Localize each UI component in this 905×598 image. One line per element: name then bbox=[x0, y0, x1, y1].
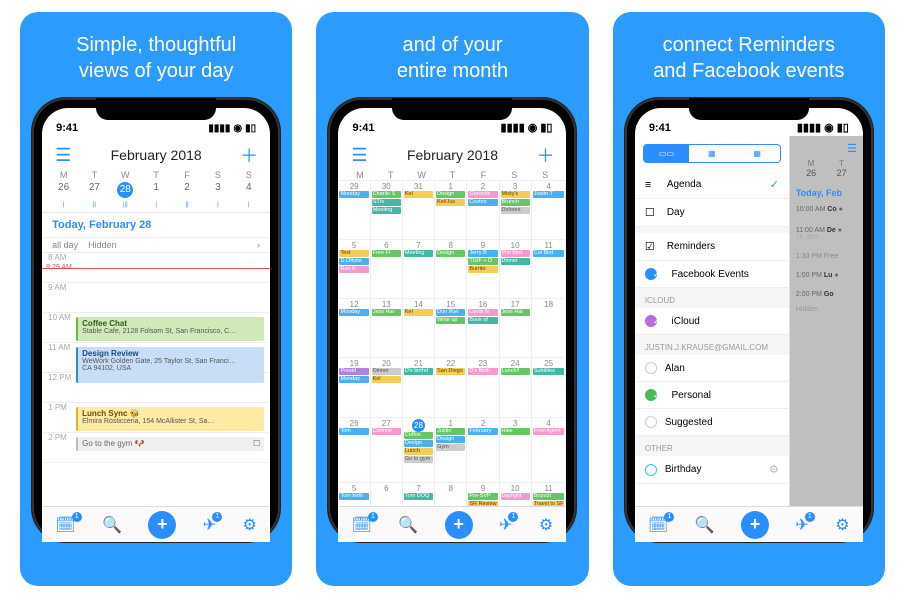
calendar-header: ☰ February 2018 ＋ bbox=[338, 136, 566, 170]
view-list-icon[interactable]: ☰ bbox=[350, 145, 368, 166]
battery-icon: ▮▯ bbox=[245, 123, 256, 134]
view-segmented-control[interactable]: ▭▭ ▦ ▦ bbox=[643, 144, 781, 163]
calendar-header: ☰ February 2018 ＋ bbox=[42, 136, 270, 170]
circle-icon bbox=[645, 416, 657, 428]
list-icon: ≡ bbox=[645, 179, 659, 191]
caption: and of yourentire month bbox=[389, 12, 516, 98]
segment-grid2-icon: ▦ bbox=[735, 145, 780, 162]
checkmark-icon: ✓ bbox=[770, 178, 779, 191]
fab-add-button[interactable]: + bbox=[445, 511, 473, 539]
gear-icon: ⚙︎ bbox=[769, 463, 779, 476]
today-heading: Today, February 28 bbox=[42, 213, 270, 237]
app-screenshot-panel-day: Simple, thoughtfulviews of your day 9:41… bbox=[20, 12, 292, 586]
add-event-button[interactable]: ＋ bbox=[240, 142, 258, 168]
today-marker: 28 bbox=[412, 419, 425, 432]
month-grid[interactable]: 29Monday 30Charlie SST/sMeeting 31Kel 1D… bbox=[338, 180, 566, 542]
event-design-review[interactable]: Design Review WeWork Golden Gate, 25 Tay… bbox=[76, 347, 264, 383]
fab-add-button[interactable]: + bbox=[148, 511, 176, 539]
section-icloud: ICLOUD bbox=[635, 288, 789, 308]
phone-notch bbox=[392, 98, 512, 120]
status-time: 9:41 bbox=[649, 122, 671, 134]
month-title[interactable]: February 2018 bbox=[407, 147, 498, 163]
signal-icon: ▮▮▮▮ bbox=[501, 121, 525, 134]
tab-search-icon[interactable]: 🔍 bbox=[102, 515, 122, 535]
weekday-row: MTWTFSS bbox=[338, 170, 566, 180]
event-coffee-chat[interactable]: Coffee Chat Stable Cafe, 2128 Folsom St,… bbox=[76, 317, 264, 341]
phone-frame: 9:41 ▮▮▮▮ ◉ ▮▯ ☰ February 2018 ＋ MTWTFSS… bbox=[32, 98, 280, 542]
circle-icon bbox=[645, 362, 657, 374]
tab-share-icon[interactable]: ✈︎1 bbox=[795, 515, 808, 535]
day-icon: ☐ bbox=[645, 206, 659, 219]
wifi-icon: ◉ bbox=[824, 121, 834, 134]
status-time: 9:41 bbox=[56, 122, 78, 134]
settings-drawer: ▭▭ ▦ ▦ ≡ Agenda ✓ ☐ Day ☑︎ bbox=[635, 136, 790, 542]
section-other: OTHER bbox=[635, 436, 789, 456]
day-activity-dots: ||||||||||| bbox=[42, 202, 270, 212]
phone-frame: 9:41 ▮▮▮▮ ◉ ▮▯ ☰ February 2018 ＋ MTWTFSS… bbox=[328, 98, 576, 542]
segment-agenda-icon: ▭▭ bbox=[644, 145, 689, 162]
drawer-overlay: ▭▭ ▦ ▦ ≡ Agenda ✓ ☐ Day ☑︎ bbox=[635, 136, 863, 542]
month-title[interactable]: February 2018 bbox=[111, 147, 202, 163]
caption: connect Remindersand Facebook events bbox=[645, 12, 852, 98]
drawer-item-icloud[interactable]: ✓ iCloud bbox=[635, 308, 789, 335]
tab-search-icon[interactable]: 🔍 bbox=[695, 515, 715, 535]
view-list-icon[interactable]: ☰ bbox=[54, 145, 72, 166]
wifi-icon: ◉ bbox=[233, 123, 242, 134]
wifi-icon: ◉ bbox=[528, 121, 538, 134]
tab-settings-icon[interactable]: ⚙︎ bbox=[539, 515, 553, 535]
now-indicator: 8:29 AM bbox=[46, 264, 72, 271]
add-event-button[interactable]: ＋ bbox=[536, 142, 554, 168]
drawer-item-reminders[interactable]: ☑︎ Reminders bbox=[635, 233, 789, 261]
phone-screen: 9:41 ▮▮▮▮ ◉ ▮▯ ☰ February 2018 ＋ MTWTFSS… bbox=[338, 108, 566, 542]
tab-calendar-icon[interactable]: 🗓1 bbox=[55, 515, 75, 535]
drawer-item-suggested[interactable]: Suggested bbox=[635, 409, 789, 436]
daynum-row[interactable]: 2627281234 bbox=[42, 180, 270, 202]
status-time: 9:41 bbox=[352, 122, 374, 134]
event-lunch-sync[interactable]: Lunch Sync 🐝 Elmira Rosticceria, 154 McA… bbox=[76, 407, 264, 431]
day-schedule[interactable]: 8 AM 8:29 AM 9 AM 10 AM 11 AM 12 PM 1 PM… bbox=[42, 253, 270, 542]
today-marker: 28 bbox=[117, 182, 133, 198]
drawer-item-alan[interactable]: Alan bbox=[635, 355, 789, 382]
chevron-right-icon: › bbox=[257, 240, 260, 250]
checkbox-icon: ☑︎ bbox=[645, 240, 659, 253]
phone-screen: 9:41 ▮▮▮▮ ◉ ▮▯ ▭▭ ▦ ▦ ≡ Agenda bbox=[635, 108, 863, 542]
tab-calendar-icon[interactable]: 🗓1 bbox=[648, 515, 668, 535]
drawer-item-birthday[interactable]: Birthday ⚙︎ bbox=[635, 456, 789, 484]
event-gym[interactable]: Go to the gym 🐶 ☐ bbox=[76, 437, 264, 451]
drawer-item-personal[interactable]: ✓ Personal bbox=[635, 382, 789, 409]
battery-icon: ▮▯ bbox=[540, 121, 552, 134]
tab-bar: 🗓1 🔍 + ✈︎1 ⚙︎ bbox=[42, 506, 270, 542]
drawer-item-agenda[interactable]: ≡ Agenda ✓ bbox=[635, 171, 789, 199]
allday-row[interactable]: all day Hidden › bbox=[42, 237, 270, 253]
drawer-item-day[interactable]: ☐ Day bbox=[635, 199, 789, 227]
phone-frame: 9:41 ▮▮▮▮ ◉ ▮▯ ▭▭ ▦ ▦ ≡ Agenda bbox=[625, 98, 873, 542]
tab-settings-icon[interactable]: ⚙︎ bbox=[835, 515, 849, 535]
tab-search-icon[interactable]: 🔍 bbox=[398, 515, 418, 535]
tab-share-icon[interactable]: ✈︎1 bbox=[499, 515, 512, 535]
fab-add-button[interactable]: + bbox=[741, 511, 769, 539]
phone-notch bbox=[96, 98, 216, 120]
tab-settings-icon[interactable]: ⚙︎ bbox=[243, 515, 257, 535]
tab-calendar-icon[interactable]: 🗓1 bbox=[352, 515, 372, 535]
weekday-row: MTWTFSS bbox=[42, 170, 270, 180]
drawer-item-facebook[interactable]: ✓ Facebook Events bbox=[635, 261, 789, 288]
battery-icon: ▮▯ bbox=[837, 121, 849, 134]
caption: Simple, thoughtfulviews of your day bbox=[68, 12, 244, 98]
signal-icon: ▮▮▮▮ bbox=[797, 121, 821, 134]
tab-bar: 🗓1 🔍 + ✈︎1 ⚙︎ bbox=[338, 506, 566, 542]
background-content: ☰ M T 26 27 Today, Feb 10:00 AM Co ● 11:… bbox=[790, 136, 863, 542]
tab-bar: 🗓1 🔍 + ✈︎1 ⚙︎ bbox=[635, 506, 863, 542]
signal-icon: ▮▮▮▮ bbox=[208, 123, 230, 134]
phone-notch bbox=[689, 98, 809, 120]
segment-grid-icon: ▦ bbox=[689, 145, 734, 162]
phone-screen: 9:41 ▮▮▮▮ ◉ ▮▯ ☰ February 2018 ＋ MTWTFSS… bbox=[42, 108, 270, 542]
section-account: JUSTIN.J.KRAUSE@GMAIL.COM bbox=[635, 335, 789, 355]
app-screenshot-panel-month: and of yourentire month 9:41 ▮▮▮▮ ◉ ▮▯ ☰… bbox=[316, 12, 588, 586]
drawer-scrim[interactable]: ☰ M T 26 27 Today, Feb 10:00 AM Co ● 11:… bbox=[790, 136, 863, 542]
app-screenshot-panel-drawer: connect Remindersand Facebook events 9:4… bbox=[613, 12, 885, 586]
tab-share-icon[interactable]: ✈︎1 bbox=[203, 515, 216, 535]
